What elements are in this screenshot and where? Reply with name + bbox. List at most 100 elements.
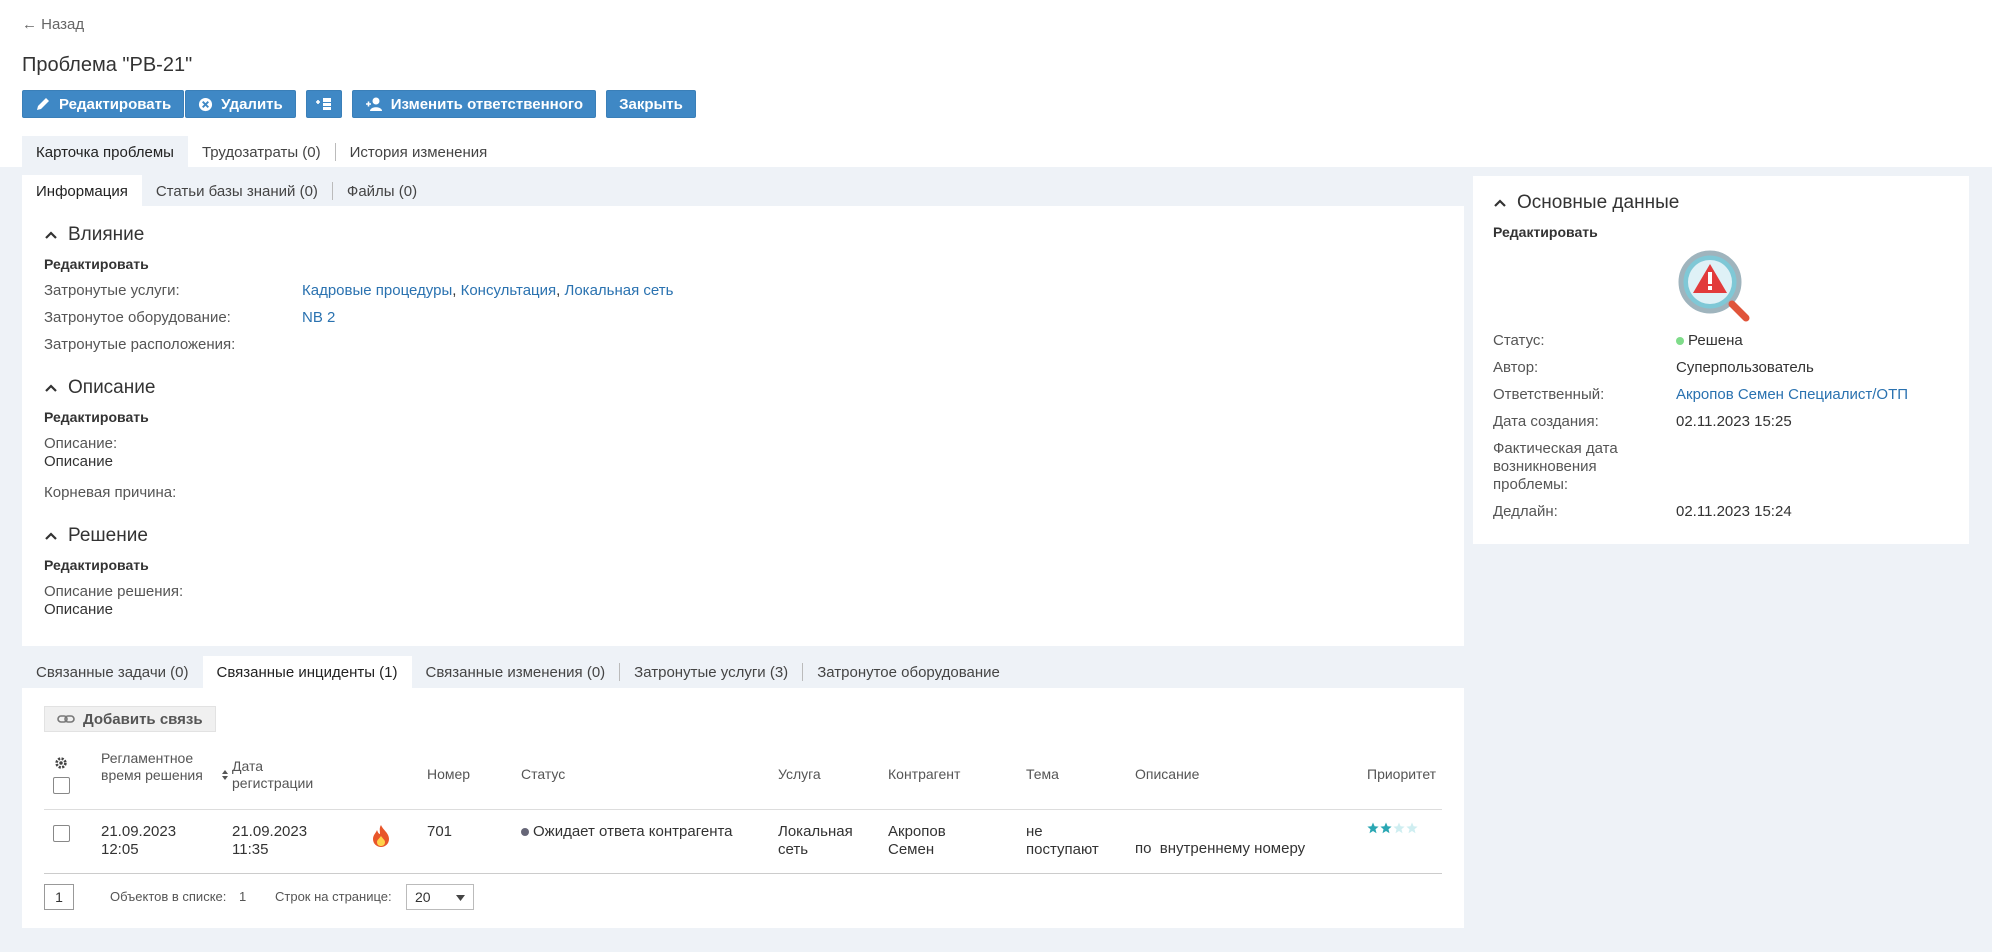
services-label: Затронутые услуги: <box>44 282 180 299</box>
impact-edit-link[interactable]: Редактировать <box>44 256 149 272</box>
tab-related-tasks[interactable]: Связанные задачи (0) <box>22 656 203 688</box>
gear-icon[interactable] <box>54 756 68 770</box>
row-priority-stars <box>1367 822 1418 834</box>
tab-problem-card[interactable]: Карточка проблемы <box>22 136 188 168</box>
equipment-link[interactable]: NB 2 <box>302 309 335 326</box>
actual-date-label: Фактическая дата возникновения проблемы: <box>1493 440 1618 493</box>
change-owner-button-label: Изменить ответственного <box>390 95 584 113</box>
solution-desc-value: Описание <box>44 601 114 618</box>
table-header-divider <box>44 809 1442 810</box>
link-icon <box>57 715 75 723</box>
close-button-label: Закрыть <box>619 95 683 113</box>
info-panel: Влияние Редактировать Затронутые услуги:… <box>22 206 1464 646</box>
per-page-value: 20 <box>415 889 431 905</box>
description-section-header[interactable]: Описание <box>44 377 155 399</box>
chevron-up-icon <box>45 231 57 239</box>
row-service-link[interactable]: Локальная сеть <box>778 823 868 859</box>
star-filled-icon <box>1380 822 1392 834</box>
tab-time-spent[interactable]: Трудозатраты (0) <box>188 136 335 168</box>
solution-section-header[interactable]: Решение <box>44 525 148 547</box>
col-priority[interactable]: Приоритет <box>1367 766 1436 783</box>
status-value: Решена <box>1676 332 1743 349</box>
description-value: Описание <box>44 453 114 470</box>
related-tabs: Связанные задачи (0) Связанные инциденты… <box>22 656 1014 688</box>
col-status[interactable]: Статус <box>521 766 565 783</box>
row-reg-time: 21.09.2023 12:05 <box>101 823 177 858</box>
add-link-button[interactable]: Добавить связь <box>44 706 216 732</box>
add-link-label: Добавить связь <box>83 710 203 728</box>
author-label: Автор: <box>1493 359 1539 376</box>
per-page-select[interactable]: 20 <box>406 884 474 910</box>
tab-history[interactable]: История изменения <box>336 136 502 168</box>
owner-link[interactable]: Акропов Семен Специалист/ОТП <box>1676 386 1908 403</box>
tab-affected-services[interactable]: Затронутые услуги (3) <box>620 656 802 688</box>
problem-magnifier-icon <box>1678 250 1750 322</box>
tab-information[interactable]: Информация <box>22 175 142 207</box>
solution-title: Решение <box>68 525 148 546</box>
user-plus-icon <box>365 97 382 111</box>
kanban-plus-icon <box>315 98 331 110</box>
col-number[interactable]: Номер <box>427 766 470 783</box>
tab-related-incidents[interactable]: Связанные инциденты (1) <box>202 656 412 688</box>
edit-button[interactable]: Редактировать <box>22 90 185 118</box>
main-data-edit-link[interactable]: Редактировать <box>1493 224 1598 240</box>
chevron-up-icon <box>45 532 57 540</box>
chevron-down-icon <box>456 895 465 901</box>
delete-button[interactable]: Удалить <box>185 90 296 118</box>
row-number-link[interactable]: 701 <box>427 823 452 841</box>
created-value: 02.11.2023 15:25 <box>1676 413 1792 430</box>
solution-edit-link[interactable]: Редактировать <box>44 557 149 573</box>
locations-label: Затронутые расположения: <box>44 336 236 353</box>
star-empty-icon <box>1393 822 1405 834</box>
row-contractor-link[interactable]: Акропов Семен <box>888 823 968 859</box>
add-to-board-button[interactable] <box>305 90 342 118</box>
back-link[interactable]: ← Назад <box>22 16 84 33</box>
equipment-label: Затронутое оборудование: <box>44 309 231 326</box>
description-label: Описание: <box>44 435 118 452</box>
incidents-panel: Добавить связь Регламентное время решени… <box>22 688 1464 928</box>
row-status-text: Ожидает ответа контрагента <box>533 823 733 840</box>
service-link[interactable]: Локальная сеть <box>565 282 674 299</box>
description-edit-link[interactable]: Редактировать <box>44 409 149 425</box>
owner-label: Ответственный: <box>1493 386 1605 403</box>
col-contractor[interactable]: Контрагент <box>888 766 960 783</box>
row-topic: не поступают <box>1026 823 1099 858</box>
tab-affected-equipment[interactable]: Затронутое оборудование <box>803 656 1014 688</box>
main-data-title: Основные данные <box>1517 192 1680 213</box>
close-button[interactable]: Закрыть <box>606 90 696 118</box>
deadline-value: 02.11.2023 15:24 <box>1676 503 1792 520</box>
select-all-checkbox[interactable] <box>53 777 70 794</box>
count-value: 1 <box>239 889 247 904</box>
edit-button-label: Редактировать <box>59 95 172 113</box>
main-data-panel: Основные данные Редактировать Статус: Ре… <box>1473 176 1969 544</box>
page-number[interactable]: 1 <box>44 884 74 910</box>
status-dot-icon <box>521 828 529 837</box>
service-link[interactable]: Кадровые процедуры <box>302 282 452 299</box>
row-checkbox[interactable] <box>53 825 70 842</box>
main-data-header[interactable]: Основные данные <box>1493 192 1679 214</box>
change-owner-button[interactable]: Изменить ответственного <box>351 90 597 118</box>
per-page-label: Строк на странице: <box>275 889 392 904</box>
tab-knowledge-articles[interactable]: Статьи базы знаний (0) <box>142 175 332 207</box>
col-reg-date[interactable]: Дата регистрации <box>232 758 332 792</box>
tab-related-changes[interactable]: Связанные изменения (0) <box>412 656 620 688</box>
tab-files[interactable]: Файлы (0) <box>333 175 431 207</box>
service-link[interactable]: Консультация <box>461 282 557 299</box>
impact-section-header[interactable]: Влияние <box>44 224 144 246</box>
card-tabs: Карточка проблемы Трудозатраты (0) Истор… <box>22 136 501 168</box>
description-title: Описание <box>68 377 156 398</box>
services-list: Кадровые процедуры, Консультация, Локаль… <box>302 282 674 299</box>
root-cause-label: Корневая причина: <box>44 484 177 501</box>
col-reg-time[interactable]: Регламентное время решения <box>101 750 211 784</box>
pencil-icon <box>37 98 49 110</box>
info-tabs: Информация Статьи базы знаний (0) Файлы … <box>22 175 431 207</box>
chevron-up-icon <box>1494 199 1506 207</box>
deadline-label: Дедлайн: <box>1493 503 1558 520</box>
fire-icon <box>373 825 389 847</box>
sort-icon[interactable] <box>221 769 229 781</box>
author-value: Суперпользователь <box>1676 359 1814 376</box>
page-title: Проблема "PB-21" <box>22 54 193 76</box>
col-service[interactable]: Услуга <box>778 766 821 783</box>
col-topic[interactable]: Тема <box>1026 766 1059 783</box>
col-description[interactable]: Описание <box>1135 766 1199 783</box>
